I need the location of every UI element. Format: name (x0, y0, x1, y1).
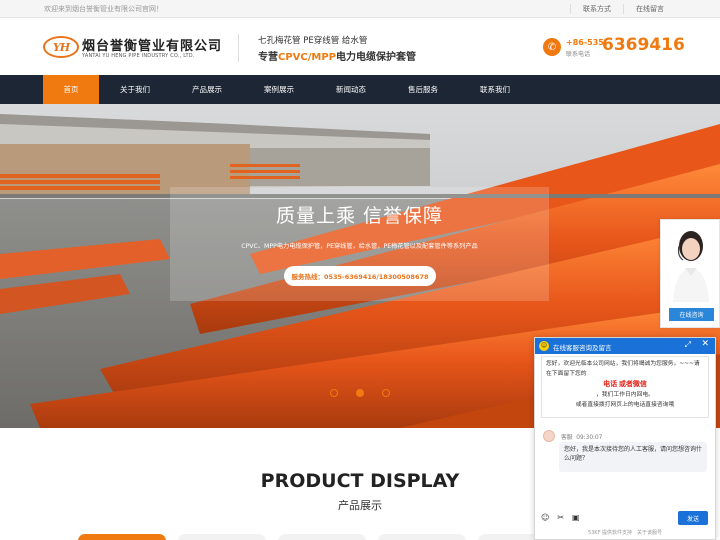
hotline-button[interactable]: 服务热线：0535-6369416/18300508678 (284, 266, 436, 286)
slider-dots (330, 389, 390, 397)
phone-number: 6369416 (602, 35, 685, 55)
notice-line-3: 或者直接拨打网页上的电话直接咨询哦 (575, 402, 675, 408)
page: 欢迎来到烟台誉衡管业有限公司官网！ 联系方式 在线留言 YH 烟台誉衡管业有限公… (0, 0, 720, 540)
top-links: 联系方式 在线留言 (570, 4, 676, 14)
slogan-line-2: 专营CPVC/MPP电力电缆保护套管 (258, 52, 417, 63)
chat-title: 在线客服咨询及留言 (553, 344, 612, 352)
agent-avatar (543, 430, 555, 442)
message-link[interactable]: 在线留言 (623, 4, 676, 14)
scissors-icon[interactable]: ✂ (557, 513, 564, 522)
phone-area-code: +86-535 (566, 38, 604, 47)
slogan-line-1: 七孔梅花管 PE穿线管 给水管 (258, 36, 368, 46)
nav-contact[interactable]: 联系我们 (459, 75, 531, 104)
send-button[interactable]: 发送 (678, 511, 708, 525)
notice-contact-ask: 电话 或者微信 (546, 379, 704, 390)
product-tab[interactable] (278, 534, 366, 540)
phone-label: 联系电话 (566, 51, 591, 58)
chat-logo-icon: ☺ (539, 341, 549, 351)
online-consult-button[interactable]: 在线咨询 (669, 308, 714, 321)
product-tabs (78, 534, 566, 540)
notice-or: 或者 (618, 380, 633, 388)
nav-about[interactable]: 关于我们 (99, 75, 171, 104)
slider-dot-active[interactable] (356, 389, 364, 397)
agent-message: 您好，我是本次接待您的人工客服，请问您想咨询什么问题？ (559, 442, 707, 472)
nav-service[interactable]: 售后服务 (387, 75, 459, 104)
chat-footer: 53KF 提供软件支持 关于该服号 (587, 530, 663, 536)
top-bar: 欢迎来到烟台誉衡管业有限公司官网！ 联系方式 在线留言 (0, 0, 720, 18)
nav-news[interactable]: 新闻动态 (315, 75, 387, 104)
agent-name: 客服 (561, 435, 573, 441)
slider-dot[interactable] (382, 389, 390, 397)
nav-products[interactable]: 产品展示 (171, 75, 243, 104)
contact-link[interactable]: 联系方式 (570, 4, 623, 14)
logo-icon[interactable]: YH (43, 36, 79, 58)
product-tab[interactable] (178, 534, 266, 540)
company-name-cn: 烟台誉衡管业有限公司 (82, 39, 223, 54)
notice-wechat: 微信 (632, 380, 647, 388)
emoji-icon[interactable]: ☺ (541, 513, 549, 522)
welcome-text: 欢迎来到烟台誉衡管业有限公司官网！ (44, 5, 163, 13)
chat-header: ☺ 在线客服咨询及留言 ⤢ ✕ (535, 338, 715, 354)
chat-notice: 您好，欢迎光临本公司网站，我们将竭诚为您服务，~~~请在下面留下您的 电话 或者… (541, 356, 709, 418)
hero-subtitle: CPVC、MPP电力电缆保护管，PE穿线管，给水管，PE梅花管以及配套管件等系列… (241, 243, 478, 250)
customer-service-agent-image (673, 231, 709, 302)
nav-home[interactable]: 首页 (43, 75, 99, 104)
notice-line-1: 您好，欢迎光临本公司网站，我们将竭诚为您服务，~~~请在下面留下您的 (546, 361, 700, 377)
product-tab[interactable] (378, 534, 466, 540)
notice-phone: 电话 (603, 380, 618, 388)
site-header: YH 烟台誉衡管业有限公司 YANTAI YU HENG PIPE INDUST… (0, 18, 720, 75)
floating-consult-card[interactable]: 在线咨询 (660, 219, 720, 328)
hero-caption-box: 质量上乘 信誉保障 CPVC、MPP电力电缆保护管，PE穿线管，给水管，PE梅花… (170, 187, 549, 301)
message-meta: 客服 09:30:07 (561, 432, 602, 441)
close-icon[interactable]: ✕ (701, 339, 709, 349)
notice-line-2: ，我们工作日内回电。 (596, 392, 654, 398)
slider-dot[interactable] (330, 389, 338, 397)
header-divider (238, 34, 239, 62)
phone-icon: ✆ (543, 38, 561, 56)
main-nav: 首页 关于我们 产品展示 案例展示 新闻动态 售后服务 联系我们 (0, 75, 720, 104)
hero-title: 质量上乘 信誉保障 (275, 205, 444, 227)
slogan-highlight: CPVC/MPP (278, 52, 337, 63)
expand-icon[interactable]: ⤢ (685, 340, 691, 350)
product-tab[interactable] (78, 534, 166, 540)
nav-cases[interactable]: 案例展示 (243, 75, 315, 104)
chat-toolbar: ☺ ✂ ▣ (541, 513, 580, 522)
company-name-en: YANTAI YU HENG PIPE INDUSTRY CO., LTD. (82, 53, 195, 59)
chat-widget: ☺ 在线客服咨询及留言 ⤢ ✕ 您好，欢迎光临本公司网站，我们将竭诚为您服务，~… (534, 337, 716, 540)
file-icon[interactable]: ▣ (572, 513, 580, 522)
message-time: 09:30:07 (576, 435, 603, 441)
